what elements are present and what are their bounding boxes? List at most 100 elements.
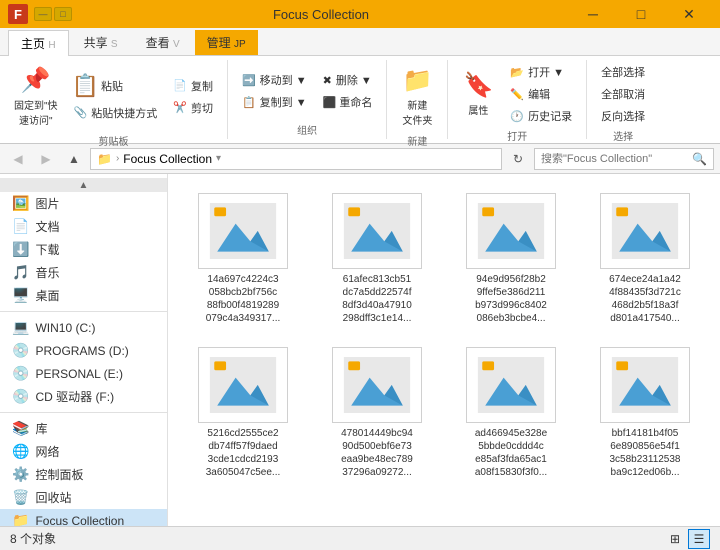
sidebar-item-label: 图片: [35, 195, 59, 212]
ribbon-group-new: 📁 新建文件夹 新建: [387, 60, 448, 139]
rename-button[interactable]: ⬛ 重命名: [317, 92, 379, 112]
search-box[interactable]: 🔍: [534, 148, 714, 170]
paste-label: 粘贴: [101, 78, 123, 94]
search-icon: 🔍: [692, 152, 707, 166]
new-folder-button[interactable]: 📁 新建文件夹: [395, 62, 439, 131]
path-arrow: ›: [116, 153, 119, 164]
sidebar-item-recycle[interactable]: 🗑️ 回收站: [0, 486, 167, 509]
delete-label: 删除 ▼: [336, 72, 372, 88]
tab-manage[interactable]: 管理 JP: [195, 30, 258, 55]
title-bar: F — □ Focus Collection ─ □ ✕: [0, 0, 720, 28]
minimize-button[interactable]: ─: [570, 0, 616, 28]
back-button[interactable]: ◀: [6, 147, 30, 171]
copy-button[interactable]: 📄 复制: [167, 76, 219, 96]
properties-label: 属性: [468, 102, 488, 117]
path-text: Focus Collection: [123, 152, 212, 166]
ribbon-group-open: 🔖 属性 📂 打开 ▼ ✏️ 编辑 🕐 历史记录 打开: [448, 60, 587, 139]
move-to-button[interactable]: ➡️ 移动到 ▼: [236, 70, 313, 90]
select-none-button[interactable]: 全部取消: [595, 84, 651, 104]
paste-shortcut-button[interactable]: 📎 粘贴快捷方式: [68, 103, 164, 123]
maximize-button[interactable]: □: [618, 0, 664, 28]
tab-home[interactable]: 主页 H: [8, 30, 69, 56]
sidebar-item-documents[interactable]: 📄 文档: [0, 215, 167, 238]
sidebar: ▲ 🖼️ 图片 📄 文档 ⬇️ 下载 🎵 音乐 🖥️ 桌面 💻 WIN10 (C…: [0, 174, 168, 526]
move-icon: ➡️: [242, 74, 256, 87]
new-content: 📁 新建文件夹: [395, 62, 439, 131]
control-panel-icon: ⚙️: [12, 466, 29, 483]
pin-button[interactable]: 📌 固定到"快速访问": [8, 62, 64, 131]
sidebar-item-label: PERSONAL (E:): [35, 367, 123, 381]
delete-button[interactable]: ✖ 删除 ▼: [317, 70, 379, 90]
drive-c-icon: 💻: [12, 319, 29, 336]
file-item[interactable]: 674ece24a1a424f88435f3d721c468d2b5f18a3f…: [582, 186, 708, 332]
view-controls: ⊞ ☰: [664, 529, 710, 549]
sidebar-item-f[interactable]: 💿 CD 驱动器 (F:): [0, 385, 167, 408]
view-details[interactable]: ☰: [688, 529, 710, 549]
properties-icon: 🔖: [463, 71, 493, 100]
file-item[interactable]: 5216cd2555ce2db74ff57f9daed3cde1cdcd2193…: [180, 340, 306, 486]
file-thumbnail: [600, 347, 690, 423]
sidebar-item-control-panel[interactable]: ⚙️ 控制面板: [0, 463, 167, 486]
file-item[interactable]: 61afec813cb51dc7a5dd22574f8df3d40a479102…: [314, 186, 440, 332]
forward-button[interactable]: ▶: [34, 147, 58, 171]
ribbon-group-organize: ➡️ 移动到 ▼ 📋 复制到 ▼ ✖ 删除 ▼ ⬛ 重命名 组织: [228, 60, 387, 139]
view-large-icons[interactable]: ⊞: [664, 529, 686, 549]
properties-button[interactable]: 🔖 属性: [456, 67, 500, 121]
sidebar-item-d[interactable]: 💿 PROGRAMS (D:): [0, 339, 167, 362]
paste-button[interactable]: 📋 粘贴: [68, 71, 164, 101]
sidebar-item-label: 下载: [35, 241, 59, 258]
sidebar-item-e[interactable]: 💿 PERSONAL (E:): [0, 362, 167, 385]
close-button[interactable]: ✕: [666, 0, 712, 28]
file-image-preview: [208, 203, 278, 259]
sidebar-item-library[interactable]: 📚 库: [0, 417, 167, 440]
open-label: 打开 ▼: [528, 64, 564, 80]
tab-view[interactable]: 查看 V: [133, 29, 193, 55]
path-dropdown-icon[interactable]: ▾: [216, 153, 221, 164]
sidebar-item-pictures[interactable]: 🖼️ 图片: [0, 192, 167, 215]
copy-to-button[interactable]: 📋 复制到 ▼: [236, 92, 313, 112]
ribbon-group-select: 全部选择 全部取消 反向选择 选择: [587, 60, 659, 139]
refresh-button[interactable]: ↻: [506, 147, 530, 171]
file-grid: 14a697c4224c3058bcb2bf756c88fb00f4819289…: [176, 182, 712, 490]
select-col: 全部选择 全部取消 反向选择: [595, 62, 651, 126]
select-all-button[interactable]: 全部选择: [595, 62, 651, 82]
file-item[interactable]: 478014449bc9490d500ebf6e73eaa9be48ec7893…: [314, 340, 440, 486]
documents-icon: 📄: [12, 218, 29, 235]
file-item[interactable]: 14a697c4224c3058bcb2bf756c88fb00f4819289…: [180, 186, 306, 332]
open-content: 🔖 属性 📂 打开 ▼ ✏️ 编辑 🕐 历史记录: [456, 62, 578, 126]
up-button[interactable]: ▲: [62, 147, 86, 171]
file-thumbnail: [600, 193, 690, 269]
select-invert-button[interactable]: 反向选择: [595, 106, 651, 126]
edit-button[interactable]: ✏️ 编辑: [504, 84, 578, 104]
sidebar-item-downloads[interactable]: ⬇️ 下载: [0, 238, 167, 261]
history-label: 历史记录: [528, 108, 572, 124]
title-controls: ─ □ ✕: [570, 0, 712, 28]
sidebar-item-network[interactable]: 🌐 网络: [0, 440, 167, 463]
sidebar-item-c[interactable]: 💻 WIN10 (C:): [0, 316, 167, 339]
file-item[interactable]: bbf14181b4f056e890856e54f13c58b23112538b…: [582, 340, 708, 486]
organize-content: ➡️ 移动到 ▼ 📋 复制到 ▼ ✖ 删除 ▼ ⬛ 重命名: [236, 62, 378, 120]
sidebar-item-music[interactable]: 🎵 音乐: [0, 261, 167, 284]
select-none-label: 全部取消: [601, 86, 645, 102]
drive-f-icon: 💿: [12, 388, 29, 405]
address-path[interactable]: 📁 › Focus Collection ▾: [90, 148, 502, 170]
file-thumbnail: [466, 193, 556, 269]
wm-restore[interactable]: □: [54, 7, 72, 21]
sidebar-scroll-up[interactable]: ▲: [0, 178, 167, 192]
file-name: 5216cd2555ce2db74ff57f9daed3cde1cdcd2193…: [206, 427, 281, 479]
history-button[interactable]: 🕐 历史记录: [504, 106, 578, 126]
cut-button[interactable]: ✂️ 剪切: [167, 98, 219, 118]
file-name: 94e9d956f28b29ffef5e386d211b973d996c8402…: [475, 273, 547, 325]
music-icon: 🎵: [12, 264, 29, 281]
sidebar-item-focus[interactable]: 📁 Focus Collection: [0, 509, 167, 526]
open-button[interactable]: 📂 打开 ▼: [504, 62, 578, 82]
file-item[interactable]: ad466945e328e5bbde0cddd4ce85af3fda65ac1a…: [448, 340, 574, 486]
tab-share[interactable]: 共享 S: [71, 29, 131, 55]
file-thumbnail: [466, 347, 556, 423]
search-input[interactable]: [541, 153, 688, 165]
wm-minimize[interactable]: —: [34, 7, 52, 21]
paste-shortcut-icon: 📎: [74, 106, 88, 119]
open-label: 打开: [507, 126, 527, 143]
file-item[interactable]: 94e9d956f28b29ffef5e386d211b973d996c8402…: [448, 186, 574, 332]
sidebar-item-desktop[interactable]: 🖥️ 桌面: [0, 284, 167, 307]
